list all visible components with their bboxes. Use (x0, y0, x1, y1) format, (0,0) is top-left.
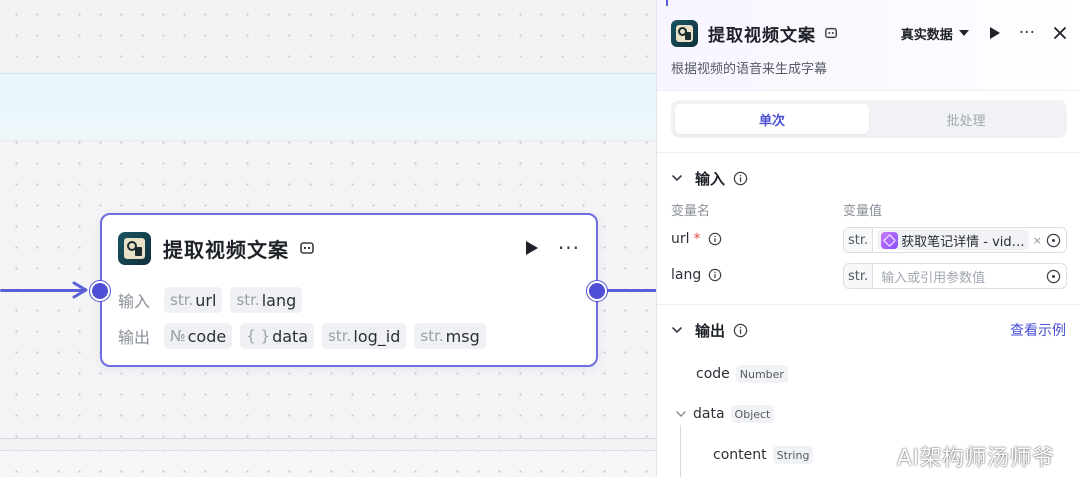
required-mark: * (693, 231, 701, 247)
tab-batch[interactable]: 批处理 (869, 104, 1063, 134)
url-value-field[interactable]: str. 获取笔记详情 - vid… × (843, 227, 1067, 253)
chevron-down-icon[interactable] (671, 172, 683, 184)
output-chip-msg: str. msg (414, 323, 486, 349)
plugin-app-icon (118, 231, 151, 265)
output-field-content: content String (713, 446, 814, 464)
panel-top-edge (666, 0, 668, 6)
variable-reference-icon[interactable] (1046, 269, 1061, 284)
col-variable-name: 变量名 (671, 204, 711, 219)
panel-plugin-badge-icon (825, 27, 837, 39)
type-badge: Number (735, 365, 788, 383)
run-mode-tabs: 单次 批处理 (671, 100, 1067, 138)
output-field-code: code Number (696, 365, 788, 383)
node-more-icon[interactable]: ··· (558, 238, 580, 258)
info-icon[interactable] (708, 232, 722, 246)
input-chip-lang: str. lang (230, 287, 303, 313)
panel-title: 提取视频文案 (708, 25, 816, 46)
input-section-header[interactable]: 输入 (671, 167, 1066, 189)
lang-type-label: str. (844, 264, 874, 288)
info-icon[interactable] (708, 268, 722, 282)
output-section-title: 输出 (695, 321, 726, 340)
header-divider (657, 90, 1080, 91)
workflow-node[interactable]: 提取视频文案 ··· 输入 str. url str. lang 输出 № code … (100, 213, 598, 367)
type-badge: Object (730, 405, 775, 423)
tab-single[interactable]: 单次 (675, 104, 869, 134)
var-label-url: url * (671, 231, 722, 247)
variable-reference-icon[interactable] (1046, 233, 1061, 248)
node-header: 提取视频文案 ··· (118, 231, 580, 265)
tabs-divider (657, 152, 1080, 153)
outputs-label: 输出 (118, 328, 151, 347)
input-chip-url: str. url (164, 287, 223, 313)
node-title: 提取视频文案 (163, 237, 289, 262)
data-mode-select[interactable]: 真实数据 (901, 24, 969, 43)
canvas-band (0, 73, 656, 141)
chevron-down-icon (958, 30, 969, 36)
url-type-label: str. (844, 228, 874, 252)
outgoing-edge[interactable] (605, 289, 656, 292)
watermark-text: AI架构师汤师爷 (897, 446, 1055, 471)
lang-value-field[interactable]: str. 输入或引用参数值 (843, 263, 1067, 289)
chevron-down-icon[interactable] (671, 324, 683, 336)
panel-plugin-icon (671, 19, 698, 47)
output-chip-data: { } data (240, 323, 315, 349)
workflow-canvas[interactable]: 提取视频文案 ··· 输入 str. url str. lang 输出 № code … (0, 0, 656, 477)
inputs-label: 输入 (118, 292, 151, 311)
close-icon[interactable] (1053, 26, 1067, 40)
panel-run-play-icon[interactable] (987, 26, 1001, 40)
panel-header: 提取视频文案 真实数据 ··· 根据视频的语音来生成字幕 (657, 0, 1080, 90)
edge-arrow-icon (72, 281, 88, 299)
node-input-port[interactable] (90, 281, 110, 301)
info-icon[interactable] (733, 323, 748, 338)
lang-input-placeholder[interactable]: 输入或引用参数值 (881, 267, 985, 286)
canvas-bottom-strip (0, 450, 656, 477)
clear-reference-icon[interactable]: × (1033, 234, 1042, 247)
plugin-badge-icon (300, 242, 314, 254)
col-variable-value: 变量值 (843, 204, 883, 219)
run-node-play-icon[interactable] (522, 239, 540, 257)
panel-description: 根据视频的语音来生成字幕 (671, 62, 828, 77)
var-label-lang: lang (671, 267, 722, 283)
output-chip-log-id: str. log_id (322, 323, 407, 349)
tree-connector-line (680, 425, 681, 477)
output-chip-code: № code (164, 323, 233, 349)
input-divider (657, 304, 1080, 305)
input-section-title: 输入 (695, 169, 726, 188)
output-field-data[interactable]: data Object (675, 405, 775, 423)
output-section-header[interactable]: 输出 查看示例 (671, 319, 1066, 341)
node-detail-panel: 提取视频文案 真实数据 ··· 根据视频的语音来生成字幕 单次 批处理 输入 变… (656, 0, 1080, 477)
node-output-port[interactable] (587, 281, 607, 301)
type-badge: String (772, 446, 814, 464)
url-reference-tag[interactable]: 获取笔记详情 - vid… (877, 230, 1029, 250)
node-outputs-row: 输出 № code { } data str. log_id str. msg (118, 323, 580, 349)
node-inputs-row: 输入 str. url str. lang (118, 287, 580, 313)
node-reference-icon (881, 231, 899, 249)
info-icon[interactable] (733, 171, 748, 186)
view-example-link[interactable]: 查看示例 (1010, 320, 1066, 340)
chevron-down-icon[interactable] (675, 408, 687, 420)
panel-more-icon[interactable]: ··· (1019, 24, 1035, 42)
